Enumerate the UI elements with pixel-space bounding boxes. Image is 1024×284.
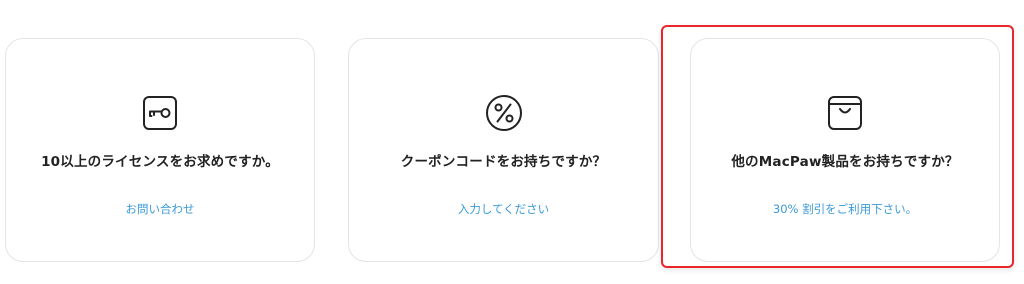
percent-icon [482,91,526,135]
enter-coupon-link[interactable]: 入力してください [349,201,658,217]
key-icon [138,91,182,135]
license-card: 10以上のライセンスをお求めですか。 お問い合わせ [5,38,315,262]
offers-section: 10以上のライセンスをお求めですか。 お問い合わせ クーポンコードをお持ちですか… [0,0,1024,284]
discount-link[interactable]: 30% 割引をご利用下さい。 [691,201,999,217]
coupon-card: クーポンコードをお持ちですか？ 入力してください [348,38,659,262]
card-title: クーポンコードをお持ちですか？ [400,154,607,170]
contact-link[interactable]: お問い合わせ [6,201,314,217]
card-title: 10以上のライセンスをお求めですか。 [41,154,279,170]
shopping-bag-icon [823,91,867,135]
card-title: 他のMacPaw製品をお持ちですか？ [731,154,959,170]
macpaw-discount-card: 他のMacPaw製品をお持ちですか？ 30% 割引をご利用下さい。 [690,38,1000,262]
